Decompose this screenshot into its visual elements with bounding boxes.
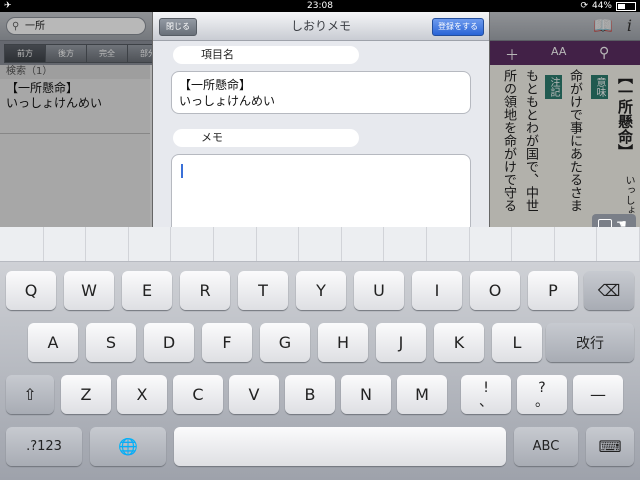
- abc-key[interactable]: ABC: [514, 427, 578, 466]
- battery-icon: [616, 2, 636, 11]
- key-y[interactable]: Y: [296, 271, 346, 310]
- key-o[interactable]: O: [470, 271, 520, 310]
- globe-icon: 🌐: [118, 437, 138, 456]
- hand-icon: ☚: [616, 217, 627, 227]
- save-button[interactable]: 登録をする: [432, 18, 484, 36]
- shift-icon: ⇧: [23, 385, 37, 404]
- candidate-bar: [0, 227, 640, 262]
- bookmark-memo-dialog: しおりメモ 閉じる 登録をする 項目名 【一所懸命】 いっしょけんめい メモ: [152, 12, 490, 227]
- key-question-period[interactable]: ? 。: [517, 375, 567, 414]
- key-f[interactable]: F: [202, 323, 252, 362]
- key-exclaim-comma[interactable]: ! 、: [461, 375, 511, 414]
- item-name-label: 項目名: [173, 46, 359, 64]
- candidate-slot[interactable]: [383, 227, 427, 261]
- close-button[interactable]: 閉じる: [159, 18, 197, 36]
- backspace-key[interactable]: ⌫: [584, 271, 634, 310]
- backspace-icon: ⌫: [597, 281, 621, 300]
- key-t[interactable]: T: [238, 271, 288, 310]
- candidate-slot[interactable]: [341, 227, 385, 261]
- onscreen-keyboard: QWERTYUIOP ⌫ ASDFGHJKL 改行 ⇧ ZXCVBNM ! 、 …: [0, 227, 640, 480]
- key-u[interactable]: U: [354, 271, 404, 310]
- globe-key[interactable]: 🌐: [90, 427, 166, 466]
- candidate-slot[interactable]: [511, 227, 555, 261]
- key-a[interactable]: A: [28, 323, 78, 362]
- key-g[interactable]: G: [260, 323, 310, 362]
- key-q[interactable]: Q: [6, 271, 56, 310]
- item-name-field[interactable]: 【一所懸命】 いっしょけんめい: [171, 71, 471, 114]
- key-m[interactable]: M: [397, 375, 447, 414]
- dialog-nav-bar: しおりメモ 閉じる 登録をする: [153, 12, 489, 41]
- key-b[interactable]: B: [285, 375, 335, 414]
- memo-label: メモ: [173, 129, 359, 147]
- key-l[interactable]: L: [492, 323, 542, 362]
- key-j[interactable]: J: [376, 323, 426, 362]
- status-time: 23:08: [307, 1, 333, 11]
- candidate-slot[interactable]: [170, 227, 214, 261]
- key-z[interactable]: Z: [61, 375, 111, 414]
- candidate-slot[interactable]: [128, 227, 172, 261]
- candidate-slot[interactable]: [554, 227, 598, 261]
- return-key[interactable]: 改行: [546, 323, 634, 362]
- candidate-slot[interactable]: [213, 227, 257, 261]
- memo-textarea[interactable]: [171, 154, 471, 227]
- key-dash[interactable]: —: [573, 375, 623, 414]
- key-w[interactable]: W: [64, 271, 114, 310]
- candidate-slot[interactable]: [469, 227, 513, 261]
- key-d[interactable]: D: [144, 323, 194, 362]
- keyboard-dismiss-icon: ⌨: [598, 437, 622, 456]
- key-n[interactable]: N: [341, 375, 391, 414]
- candidate-slot[interactable]: [85, 227, 129, 261]
- key-e[interactable]: E: [122, 271, 172, 310]
- status-bar: ✈ 23:08 ⟳ 44%: [0, 0, 640, 12]
- candidate-slot[interactable]: [596, 227, 640, 261]
- battery-percent: 44%: [591, 1, 612, 11]
- checkbox-icon: [598, 219, 612, 227]
- orientation-lock-icon: ⟳: [580, 1, 588, 11]
- key-p[interactable]: P: [528, 271, 578, 310]
- candidate-slot[interactable]: [426, 227, 470, 261]
- numbers-key[interactable]: .?123: [6, 427, 82, 466]
- key-v[interactable]: V: [229, 375, 279, 414]
- key-i[interactable]: I: [412, 271, 462, 310]
- candidate-slot[interactable]: [0, 227, 44, 261]
- key-x[interactable]: X: [117, 375, 167, 414]
- key-r[interactable]: R: [180, 271, 230, 310]
- text-caret: [181, 164, 183, 178]
- space-key[interactable]: [174, 427, 506, 466]
- key-c[interactable]: C: [173, 375, 223, 414]
- shift-key[interactable]: ⇧: [6, 375, 54, 414]
- hide-keyboard-key[interactable]: ⌨: [586, 427, 634, 466]
- key-h[interactable]: H: [318, 323, 368, 362]
- candidate-slot[interactable]: [298, 227, 342, 261]
- gesture-toggle[interactable]: ☚: [592, 214, 636, 227]
- key-k[interactable]: K: [434, 323, 484, 362]
- key-s[interactable]: S: [86, 323, 136, 362]
- candidate-slot[interactable]: [256, 227, 300, 261]
- candidate-slot[interactable]: [43, 227, 87, 261]
